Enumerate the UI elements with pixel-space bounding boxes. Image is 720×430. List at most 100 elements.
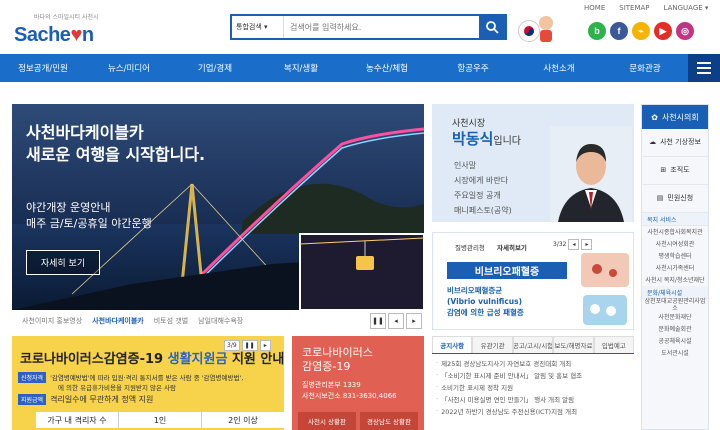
sacheon-status-button[interactable]: 사천시 상황판 bbox=[298, 412, 356, 430]
gyeongnam-status-button[interactable]: 경상남도 상황판 bbox=[360, 412, 418, 430]
board-tab[interactable]: 입법예고 bbox=[593, 336, 635, 353]
quick-org-chart[interactable]: ⊞ 조직도 bbox=[642, 157, 708, 185]
document-icon: ▤ bbox=[656, 194, 664, 202]
nav-item[interactable]: 문화관광 bbox=[602, 54, 688, 82]
banner-controls: ❚❚ ◂ ▸ bbox=[370, 313, 422, 329]
banner-detail-button[interactable]: 자세히 보기 bbox=[26, 250, 100, 275]
language-link[interactable]: LANGUAGE ▾ bbox=[664, 4, 709, 12]
next-icon[interactable]: ▸ bbox=[406, 313, 422, 329]
youtube-icon[interactable]: ▶ bbox=[654, 22, 672, 40]
mayor-name: 박동식입니다 bbox=[452, 130, 522, 148]
org-chart-icon: ⊞ bbox=[660, 166, 667, 174]
health-detail-link[interactable]: 자세히보기 bbox=[497, 242, 527, 252]
sns-links: b f ⌁ ▶ ◎ bbox=[588, 22, 694, 40]
mayor-photo bbox=[550, 126, 632, 222]
notice-item[interactable]: 제25회 경상남도지사기 자연보호 경진대회 개최 bbox=[436, 357, 630, 369]
notice-item[interactable]: 「사천시 미용실명 연인 만들기」 행사 개최 알림 bbox=[436, 393, 630, 405]
notice-item[interactable]: 소비기한 표시제 정착 지원 bbox=[436, 381, 630, 393]
nav-item[interactable]: 복지/생활 bbox=[258, 54, 344, 82]
banner-title: 사천바다케이블카 새로운 여행을 시작합니다. bbox=[26, 123, 206, 164]
welfare-link[interactable]: 사천시종합사회복지관 bbox=[642, 226, 708, 238]
menu-icon[interactable] bbox=[688, 54, 720, 82]
prev-icon[interactable]: ◂ bbox=[388, 313, 404, 329]
mayor-link[interactable]: 매니페스토(공약) bbox=[454, 203, 512, 218]
logo-wordmark: Sache♥n bbox=[14, 24, 94, 46]
banner-tab[interactable]: 사천이미지 홍보영상 bbox=[22, 316, 82, 326]
culture-list: 삼천포대교공원관리사업소 사천문화재단 문화예술회관 공공체육시설 도서관시설 bbox=[642, 298, 708, 359]
board-tab[interactable]: 보도/해명자료 bbox=[553, 336, 594, 353]
search-icon bbox=[486, 21, 499, 34]
mayor-link[interactable]: 주요일정 공개 bbox=[454, 188, 512, 203]
prev-icon[interactable]: ◂ bbox=[568, 239, 580, 250]
mayor-panel: 사천시장 박동식입니다 인사말 시장에게 바란다 주요일정 공개 매니페스토(공약) bbox=[432, 104, 634, 222]
home-link[interactable]: HOME bbox=[584, 4, 605, 12]
health-desc: 비브리오패혈증균 (Vibrio vulnificus) 감염에 의한 급성 패혈증 bbox=[447, 286, 524, 317]
covid-info-panel: 코로나바이러스 감염증-19 질병관리본부 1339 사천시보건소 831-3630… bbox=[292, 336, 424, 430]
banner-tab[interactable]: 비토섬 갯벌 bbox=[154, 316, 188, 326]
culture-link[interactable]: 도서관시설 bbox=[642, 347, 708, 359]
search-button[interactable] bbox=[479, 16, 505, 38]
board-tabs: 공지사항 유관기관 공고/고시/시험 보도/해명자료 입법예고 bbox=[432, 336, 635, 354]
vibrio-illustration bbox=[581, 253, 629, 325]
notice-item[interactable]: 2022년 하반기 경상남도 주전신용(ICT)지점 개최 bbox=[436, 405, 630, 417]
amount-row: 지원금액 격리일수에 무관하게 정액 지원 bbox=[18, 394, 153, 405]
banner-tabs: 사천이미지 홍보영상 사천바다케이블카 비토섬 갯벌 남일대해수욕장 bbox=[12, 312, 424, 330]
board-tab[interactable]: 유관기관 bbox=[472, 336, 513, 353]
culture-link[interactable]: 문화예술회관 bbox=[642, 323, 708, 335]
mayor-links: 인사말 시장에게 바란다 주요일정 공개 매니페스토(공약) bbox=[454, 158, 512, 218]
facebook-icon[interactable]: f bbox=[610, 22, 628, 40]
search-input[interactable] bbox=[284, 16, 479, 38]
nav-item[interactable]: 항공우주 bbox=[430, 54, 516, 82]
sitemap-link[interactable]: SITEMAP bbox=[619, 4, 649, 12]
board-tab[interactable]: 공고/고시/시험 bbox=[512, 336, 554, 353]
heart-icon: ♥ bbox=[70, 24, 82, 46]
health-notice-card[interactable]: 질병관리청 자세히보기 3/32 ◂ ▸ 비브리오패혈증 비브리오패혈증균 (Vi… bbox=[432, 232, 634, 330]
nav-item[interactable]: 뉴스/미디어 bbox=[86, 54, 172, 82]
site-logo[interactable]: 바다의 스마일시티 사천시 Sache♥n bbox=[14, 10, 124, 50]
health-page: 3/32 bbox=[553, 241, 567, 248]
health-title: 비브리오패혈증 bbox=[447, 262, 567, 279]
mascot-icon bbox=[536, 14, 556, 44]
banner-tab[interactable]: 남일대해수욕장 bbox=[198, 316, 243, 326]
welfare-link[interactable]: 사천시여성회관 bbox=[642, 238, 708, 250]
main-nav: 정보공개/민원 뉴스/미디어 기업/경제 복지/생활 농수산/체험 항공우주 사천소개 문화관… bbox=[0, 54, 720, 82]
weather-icon: ☁ bbox=[649, 138, 657, 146]
quick-civil-petition[interactable]: ▤ 민원신청 bbox=[642, 185, 708, 213]
pause-icon[interactable]: ❚❚ bbox=[370, 313, 386, 329]
banner-tab[interactable]: 사천바다케이블카 bbox=[92, 316, 144, 326]
culture-link[interactable]: 삼천포대교공원관리사업소 bbox=[642, 298, 708, 312]
quick-weather[interactable]: ☁ 사천 기상정보 bbox=[642, 129, 708, 157]
culture-link[interactable]: 사천문화재단 bbox=[642, 311, 708, 323]
welfare-link[interactable]: 평생학습센터 bbox=[642, 250, 708, 262]
nav-item[interactable]: 사천소개 bbox=[516, 54, 602, 82]
covid-title: 코로나바이러스 감염증-19 bbox=[302, 346, 373, 373]
corona-support-banner[interactable]: 3/9 ❚❚ ▸ 코로나바이러스감염증-19 생활지원금 지원 안내 신청자격 '… bbox=[12, 336, 284, 430]
nav-item[interactable]: 농수산/체험 bbox=[344, 54, 430, 82]
support-table: 가구 내 격리자 수 1인 2인 이상 bbox=[36, 412, 284, 428]
board-tab[interactable]: 공지사항 bbox=[432, 336, 473, 353]
eligibility-row-2: 에 의한 유급휴가비용을 지원받지 않은 사람 bbox=[58, 384, 176, 392]
search-category-select[interactable]: 통합검색 ▾ bbox=[232, 16, 284, 38]
mayor-link[interactable]: 인사말 bbox=[454, 158, 512, 173]
mayor-link[interactable]: 시장에게 바란다 bbox=[454, 173, 512, 188]
logo-tagline: 바다의 스마일시티 사천시 bbox=[34, 14, 99, 21]
instagram-icon[interactable]: ◎ bbox=[676, 22, 694, 40]
kakao-icon[interactable]: ⌁ bbox=[632, 22, 650, 40]
banner-subtitle: 야간개장 운영안내 매주 금/토/공휴일 야간운행 bbox=[26, 201, 152, 230]
culture-link[interactable]: 공공체육시설 bbox=[642, 335, 708, 347]
utility-links: HOME SITEMAP LANGUAGE ▾ bbox=[584, 4, 708, 12]
council-seal-icon: ✿ bbox=[651, 112, 658, 122]
council-link[interactable]: ✿ 사천시의회 bbox=[642, 105, 708, 129]
corona-support-title: 코로나바이러스감염증-19 생활지원금 지원 안내 bbox=[20, 352, 284, 367]
welfare-link[interactable]: 사천시가족센터 bbox=[642, 262, 708, 274]
notice-list: 제25회 경상남도지사기 자연보호 경진대회 개최「소비기한 표시제 준비 안내… bbox=[432, 354, 634, 420]
blog-icon[interactable]: b bbox=[588, 22, 606, 40]
welfare-link[interactable]: 사천시 복지/청소년재단 bbox=[642, 274, 708, 286]
health-pager: 3/32 ◂ ▸ bbox=[553, 239, 593, 250]
covid-contacts: 질병관리본부 1339 사천시보건소 831-3630,4066 bbox=[302, 381, 397, 400]
nav-item[interactable]: 기업/경제 bbox=[172, 54, 258, 82]
nav-item[interactable]: 정보공개/민원 bbox=[0, 54, 86, 82]
next-icon[interactable]: ▸ bbox=[581, 239, 593, 250]
hero-banner[interactable]: 사천바다케이블카 새로운 여행을 시작합니다. 야간개장 운영안내 매주 금/토/공… bbox=[12, 104, 424, 310]
notice-item[interactable]: 「소비기한 표시제 준비 안내서」 알림 및 홍보 협조 bbox=[436, 369, 630, 381]
